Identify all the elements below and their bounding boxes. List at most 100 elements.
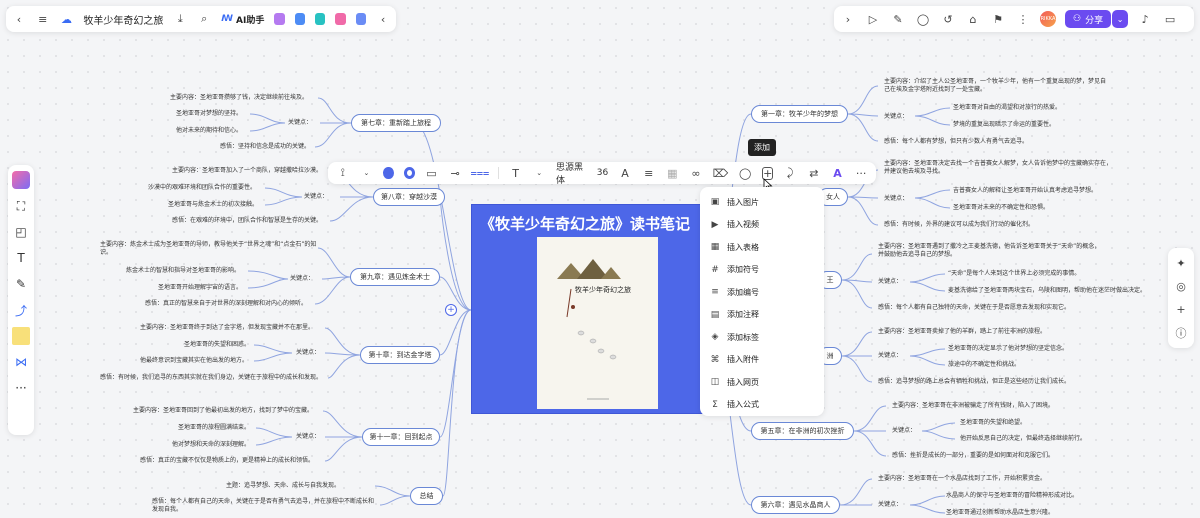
key-point[interactable]: 圣地亚哥的旅程圆满结束。 <box>178 424 250 432</box>
feeling-text[interactable]: 感悟：坚持和信念是成功的关键。 <box>220 143 310 151</box>
menu-item[interactable]: ≡ 添加编号 <box>700 281 824 304</box>
key-point[interactable]: 圣地亚哥的决定显示了他对梦想的坚定信念。 <box>948 345 1068 353</box>
key-points-label[interactable]: 关键点： <box>288 119 312 127</box>
pen-icon[interactable]: ✎ <box>12 275 30 293</box>
key-points-label[interactable]: 关键点： <box>304 193 328 201</box>
key-points-label[interactable]: 关键点： <box>884 113 908 121</box>
content-text[interactable]: 主要内容：圣地亚哥卖掉了他的羊群，踏上了前往非洲的旅程。 <box>878 328 1046 336</box>
summary-icon[interactable]: ⤸ <box>783 165 797 181</box>
line-style-icon[interactable]: ⊸ <box>448 165 462 181</box>
shape-outline-icon[interactable]: ▭ <box>425 165 439 181</box>
line-color-icon[interactable]: ⩶ <box>470 165 489 181</box>
key-point[interactable]: 沙漠中的艰难环境和团队合作的重要性。 <box>148 184 256 192</box>
theme-text[interactable]: 主题：追寻梦想、天命、成长与自我发现。 <box>226 482 340 490</box>
tag-icon[interactable]: ⌦ <box>713 165 729 181</box>
connector-icon[interactable]: ⤴ <box>12 301 30 319</box>
window-icon[interactable]: ▭ <box>1162 11 1178 27</box>
info-icon[interactable]: ⓘ <box>1173 325 1189 341</box>
text-style-icon[interactable]: T <box>509 165 523 181</box>
key-points-label[interactable]: 关键点： <box>878 352 902 360</box>
bubble-icon[interactable]: ◯ <box>738 165 752 181</box>
menu-item[interactable]: Σ 插入公式 <box>700 394 824 417</box>
feeling-text[interactable]: 感悟：在艰难的环境中，团队合作和智慧是生存的关键。 <box>172 217 322 225</box>
key-point[interactable]: 他最终意识到宝藏其实在他出发的地方。 <box>140 357 248 365</box>
menu-item[interactable]: ▶ 插入视频 <box>700 214 824 237</box>
sticky-note-icon[interactable] <box>12 327 30 345</box>
feeling-text[interactable]: 感悟：真正的智慧来自于对世界的深刻理解和对内心的倾听。 <box>145 300 307 308</box>
key-point[interactable]: 水晶商人的保守与圣地亚哥的冒险精神形成对比。 <box>946 492 1078 500</box>
ai-assistant-button[interactable]: ꟿ AI助手 <box>221 13 264 26</box>
key-point[interactable]: “天命”是每个人来到这个世界上必须完成的事情。 <box>948 270 1080 278</box>
target-icon[interactable]: ◎ <box>1173 279 1189 295</box>
border-color-icon[interactable] <box>403 167 415 179</box>
shape-icon[interactable]: ◰ <box>12 223 30 241</box>
flag-icon[interactable]: ⚑ <box>990 11 1006 27</box>
menu-item[interactable]: ▦ 插入表格 <box>700 236 824 259</box>
ai-format-icon[interactable]: A <box>831 165 845 181</box>
share-button[interactable]: ⚇ 分享 <box>1065 10 1112 28</box>
chapter-node-6[interactable]: 第六章：遇见水晶商人 <box>751 496 840 514</box>
comment-icon[interactable] <box>355 13 367 25</box>
menu-item[interactable]: # 添加符号 <box>700 259 824 282</box>
font-select[interactable]: 思源黑体 <box>556 160 587 186</box>
download-icon[interactable]: ⤓ <box>173 11 187 27</box>
add-icon[interactable]: + <box>1173 302 1189 318</box>
book-cover-image[interactable]: 牧羊少年奇幻之旅 <box>537 237 658 409</box>
layout-icon[interactable]: ⟟ <box>336 165 350 181</box>
content-text[interactable]: 主要内容：圣地亚哥在非洲被骗走了所有钱财，陷入了困境。 <box>892 402 1054 410</box>
key-point[interactable]: 圣地亚哥与炼金术士的初次接触。 <box>168 201 258 209</box>
content-text[interactable]: 主要内容：圣地亚哥决定去找一个吉普赛女人解梦，女人告诉他梦中的宝藏确实存在，并建… <box>884 160 1112 177</box>
document-title[interactable]: 牧羊少年奇幻之旅 <box>83 12 163 27</box>
content-text[interactable]: 主要内容：圣地亚哥攒够了钱，决定继续前往埃及。 <box>170 94 308 102</box>
key-point[interactable]: 他开始反思自己的决定，但最终选择继续前行。 <box>960 435 1086 443</box>
chapter-node-5[interactable]: 第五章：在非洲的初次挫折 <box>751 422 854 440</box>
key-point[interactable]: 圣地亚哥对未来的不确定性和恐惧。 <box>953 204 1049 212</box>
chapter-node-7[interactable]: 第七章：重新踏上旅程 <box>351 114 441 132</box>
link-icon[interactable]: ∞ <box>689 165 703 181</box>
font-size-select[interactable]: 36 <box>597 168 608 178</box>
key-point[interactable]: 圣地亚哥通过创新帮助水晶店生意兴隆。 <box>946 509 1054 517</box>
key-points-label[interactable]: 关键点： <box>296 349 320 357</box>
key-point[interactable]: 圣地亚哥的失望和绝望。 <box>960 419 1026 427</box>
key-point[interactable]: 梦境的重复出现暗示了命运的重要性。 <box>953 121 1055 129</box>
key-points-label[interactable]: 关键点： <box>892 427 916 435</box>
content-text[interactable]: 主要内容：圣地亚哥终于到达了金字塔，但发现宝藏并不在那里。 <box>140 324 314 332</box>
template-icon[interactable] <box>12 171 30 189</box>
collapse-icon[interactable]: ‹ <box>376 11 390 27</box>
key-point[interactable]: 旅途中的不确定性和挑战。 <box>948 361 1020 369</box>
dropdown-icon[interactable]: ⌄ <box>360 165 374 181</box>
menu-item[interactable]: ◈ 添加标签 <box>700 326 824 349</box>
relation-icon[interactable]: ⇄ <box>807 165 821 181</box>
menu-item[interactable]: ◫ 插入网页 <box>700 371 824 394</box>
key-points-label[interactable]: 关键点： <box>290 275 314 283</box>
fill-color-icon[interactable] <box>383 167 394 179</box>
more-options-icon[interactable]: ··· <box>854 165 868 181</box>
avatar[interactable]: RIKKA <box>1040 11 1056 27</box>
text-icon[interactable]: T <box>12 249 30 267</box>
summary-node[interactable]: 总结 <box>410 487 443 505</box>
dropdown-icon[interactable]: ⌄ <box>532 165 546 181</box>
more-icon[interactable]: ⋮ <box>1015 11 1031 27</box>
key-point[interactable]: 圣地亚哥对梦想的坚持。 <box>176 110 242 118</box>
mindmap-icon[interactable]: ⋈ <box>12 353 30 371</box>
chapter-node-11[interactable]: 第十一章：回到起点 <box>362 428 440 446</box>
chapter-node-1[interactable]: 第一章：牧羊少年的梦想 <box>751 105 848 123</box>
key-point[interactable]: 炼金术士的智慧和指导对圣地亚哥的影响。 <box>126 267 240 275</box>
key-points-label[interactable]: 关键点： <box>878 278 902 286</box>
bell-icon[interactable]: ♪ <box>1137 11 1153 27</box>
history-icon[interactable]: ↺ <box>940 11 956 27</box>
text-color-icon[interactable]: A <box>618 165 632 181</box>
menu-item[interactable]: ▣ 插入图片 <box>700 191 824 214</box>
cloud-icon[interactable]: ☁ <box>60 11 74 27</box>
content-text[interactable]: 主要内容：圣地亚哥加入了一个商队，穿越撒哈拉沙漠。 <box>172 167 322 175</box>
theme-icon[interactable] <box>274 13 285 25</box>
more-tools-icon[interactable]: ··· <box>12 379 30 397</box>
key-point[interactable]: 他对梦想和天命的深刻理解。 <box>172 441 250 449</box>
frame-icon[interactable]: ⛶ <box>12 197 30 215</box>
building-icon[interactable]: ⌂ <box>965 11 981 27</box>
menu-icon[interactable]: ≡ <box>36 11 50 27</box>
content-text[interactable]: 主要内容：介绍了主人公圣地亚哥，一个牧羊少年，他有一个重复出现的梦，梦见自己在埃… <box>884 78 1106 95</box>
structure-icon[interactable] <box>315 13 326 25</box>
add-node-left-handle[interactable]: + <box>445 304 457 316</box>
feeling-text[interactable]: 感悟：有时候，我们追寻的东西其实就在我们身边，关键在于旅程中的成长和发现。 <box>100 374 328 382</box>
